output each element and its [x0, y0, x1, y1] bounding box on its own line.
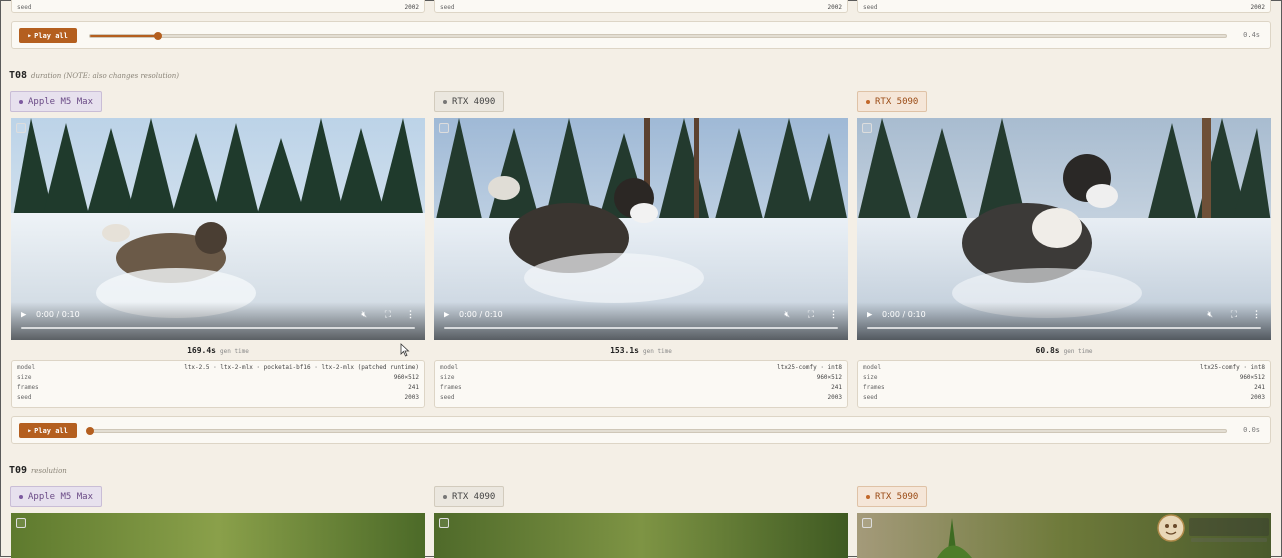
video-controls: ▶ 0:00 / 0:10 🔇︎ ⛶ ⋮: [857, 302, 1271, 340]
dot-icon: [443, 494, 447, 499]
play-icon: ▶: [28, 427, 32, 434]
prev-info-card-2: seed 2002: [434, 0, 848, 13]
device-tag-rtx5090: RTX 5090: [857, 486, 928, 507]
video-time: 0:00 / 0:10: [882, 310, 926, 319]
video-player-rtx4090[interactable]: ▶ 0:00 / 0:10 🔇︎ ⛶ ⋮: [434, 118, 848, 340]
dot-icon: [866, 494, 870, 499]
select-checkbox[interactable]: [439, 123, 449, 133]
section-note: resolution: [31, 467, 67, 475]
sync-scrubber[interactable]: [86, 427, 1227, 435]
scrubber-handle[interactable]: [86, 427, 94, 435]
dot-icon: [443, 99, 447, 104]
video-player-apple-t09[interactable]: [11, 513, 425, 558]
device-tag-apple: Apple M5 Max: [10, 91, 103, 112]
watermark-logo: [1157, 514, 1269, 542]
select-checkbox[interactable]: [862, 123, 872, 133]
video-progress-bar[interactable]: [444, 327, 838, 329]
device-tag-rtx4090: RTX 4090: [434, 91, 505, 112]
volume-muted-icon[interactable]: 🔇︎: [361, 310, 367, 320]
device-tag-apple: Apple M5 Max: [10, 486, 103, 507]
dot-icon: [866, 99, 870, 104]
info-card-apple: model ltx-2.5 · ltx-2-mlx · pocketai-bf16…: [11, 360, 425, 408]
select-checkbox[interactable]: [16, 123, 26, 133]
more-vertical-icon[interactable]: ⋮: [829, 310, 838, 320]
video-frame: [11, 513, 425, 558]
video-time: 0:00 / 0:10: [36, 310, 80, 319]
playback-time: 0.0s: [1243, 426, 1260, 434]
more-vertical-icon[interactable]: ⋮: [1252, 310, 1261, 320]
fullscreen-icon[interactable]: ⛶: [385, 310, 391, 320]
play-icon[interactable]: ▶: [444, 310, 449, 320]
dot-icon: [19, 494, 23, 499]
play-all-button[interactable]: ▶ Play all: [19, 423, 77, 438]
device-tag-rtx5090: RTX 5090: [857, 91, 928, 112]
info-card-rtx5090: model ltx25-comfy · int8 size 960×512 fram…: [857, 360, 1271, 408]
video-player-rtx4090-t09[interactable]: [434, 513, 848, 558]
t08-playback-bar: ▶ Play all 0.0s: [11, 416, 1271, 444]
play-icon[interactable]: ▶: [867, 310, 872, 320]
playback-time: 0.4s: [1243, 31, 1260, 39]
prev-playback-bar: ▶ Play all 0.4s: [11, 21, 1271, 49]
video-player-rtx5090[interactable]: ▶ 0:00 / 0:10 🔇︎ ⛶ ⋮: [857, 118, 1271, 340]
volume-muted-icon[interactable]: 🔇︎: [1207, 310, 1213, 320]
device-tag-rtx4090: RTX 4090: [434, 486, 505, 507]
video-player-apple[interactable]: ▶ 0:00 / 0:10 🔇︎ ⛶ ⋮: [11, 118, 425, 340]
mouse-cursor-icon: [400, 343, 410, 357]
section-id: T08: [9, 70, 28, 81]
play-icon[interactable]: ▶: [21, 310, 26, 320]
volume-muted-icon[interactable]: 🔇︎: [784, 310, 790, 320]
select-checkbox[interactable]: [439, 518, 449, 528]
gen-time-rtx5090: 60.8s gen time: [1035, 346, 1093, 355]
play-all-button[interactable]: ▶ Play all: [19, 28, 77, 43]
video-controls: ▶ 0:00 / 0:10 🔇︎ ⛶ ⋮: [434, 302, 848, 340]
info-card-rtx4090: model ltx25-comfy · int8 size 960×512 fram…: [434, 360, 848, 408]
section-id: T09: [9, 465, 28, 476]
sync-scrubber[interactable]: [89, 32, 1227, 40]
gen-time-apple: 169.4s gen time: [187, 346, 249, 355]
video-frame: [434, 513, 848, 558]
section-note: duration (NOTE: also changes resolution): [31, 72, 180, 80]
gen-time-rtx4090: 153.1s gen time: [610, 346, 672, 355]
fullscreen-icon[interactable]: ⛶: [808, 310, 814, 320]
video-time: 0:00 / 0:10: [459, 310, 503, 319]
prev-info-card-1: seed 2002: [11, 0, 425, 13]
scrubber-fill: [90, 35, 159, 37]
select-checkbox[interactable]: [862, 518, 872, 528]
scrubber-handle[interactable]: [154, 32, 163, 40]
video-progress-bar[interactable]: [21, 327, 415, 329]
dot-icon: [19, 99, 23, 104]
more-vertical-icon[interactable]: ⋮: [406, 310, 415, 320]
play-icon: ▶: [28, 32, 32, 39]
fullscreen-icon[interactable]: ⛶: [1231, 310, 1237, 320]
video-controls: ▶ 0:00 / 0:10 🔇︎ ⛶ ⋮: [11, 302, 425, 340]
video-progress-bar[interactable]: [867, 327, 1261, 329]
select-checkbox[interactable]: [16, 518, 26, 528]
prev-info-card-3: seed 2002: [857, 0, 1271, 13]
